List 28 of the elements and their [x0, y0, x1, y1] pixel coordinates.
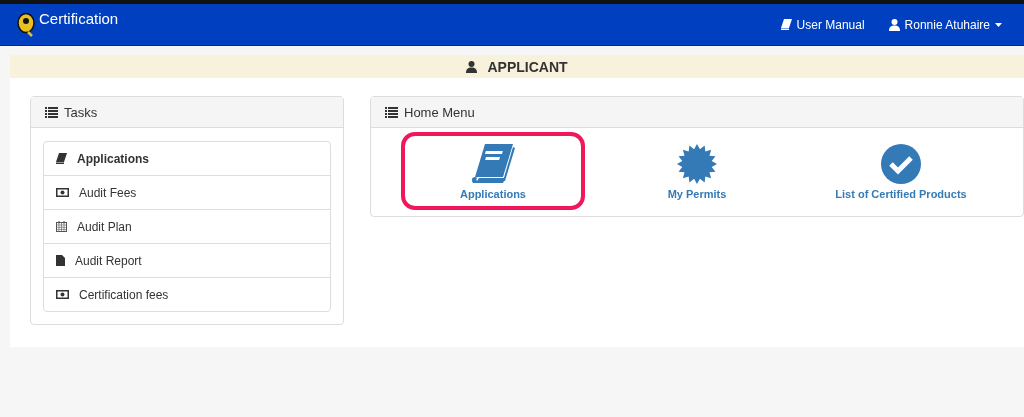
panel-title: Home Menu — [404, 104, 475, 120]
file-icon — [56, 255, 65, 266]
menu-tile[interactable]: List of Certified Products — [813, 132, 989, 210]
book-icon — [56, 153, 67, 164]
user-icon — [466, 60, 478, 73]
calendar-icon — [56, 221, 67, 232]
banner-title: APPLICANT — [487, 58, 568, 75]
book-icon — [471, 144, 515, 184]
task-item[interactable]: Audit Plan — [44, 209, 330, 243]
money-icon — [56, 290, 69, 299]
check-circle-icon — [881, 144, 921, 184]
user-icon — [888, 18, 900, 31]
panel-title: Tasks — [64, 104, 98, 120]
task-item[interactable]: Certification fees — [44, 277, 330, 311]
menu-tile[interactable]: My Permits — [645, 132, 749, 210]
money-icon — [56, 188, 69, 197]
nav-link[interactable]: User Manual — [780, 17, 865, 32]
logo-icon — [17, 12, 35, 37]
user-menu[interactable]: Ronnie Atuhaire — [888, 17, 1002, 32]
task-item[interactable]: Audit Report — [44, 243, 330, 277]
task-item[interactable]: Audit Fees — [44, 175, 330, 209]
menu-tile[interactable]: Applications — [401, 132, 585, 210]
brand-title[interactable]: Certification — [39, 10, 119, 27]
book-icon — [780, 19, 792, 30]
task-item[interactable]: Applications — [44, 142, 330, 175]
badge-icon — [677, 144, 717, 184]
list-icon — [45, 106, 58, 118]
list-icon — [385, 106, 398, 118]
